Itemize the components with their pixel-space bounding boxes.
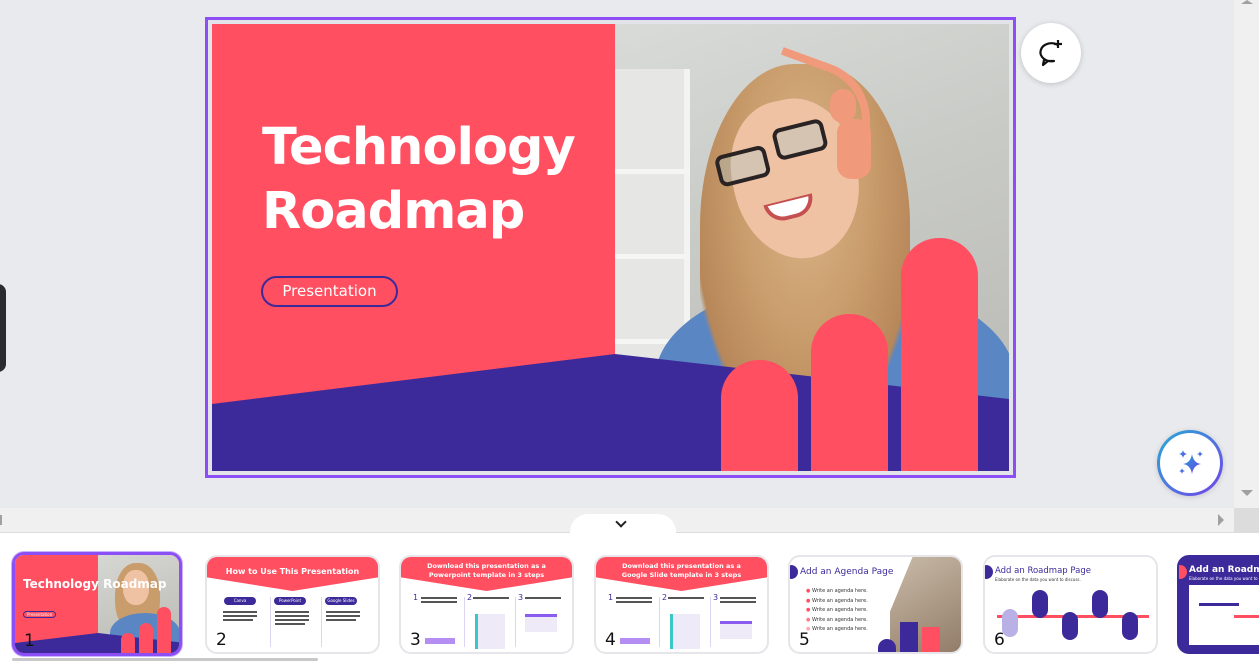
tag-canva: Canva: [224, 597, 256, 605]
bar-shape-3[interactable]: [901, 238, 978, 471]
thumb-1-title: Technology Roadmap: [23, 577, 167, 591]
thumb-3-title: Download this presentation as a Powerpoi…: [401, 557, 572, 591]
page-number: 7: [1188, 630, 1199, 650]
thumb-1-sub: Presentation: [23, 611, 57, 618]
page-number: 6: [994, 630, 1005, 650]
page-thumbnail-1[interactable]: Technology Roadmap Presentation 1: [12, 552, 182, 656]
collapse-pages-button[interactable]: [570, 514, 676, 534]
tag-google-slides: Google Slides: [325, 597, 357, 605]
scroll-up-icon[interactable]: [1241, 0, 1253, 4]
title-line-2: Roadmap: [262, 182, 525, 241]
scroll-down-icon[interactable]: [1241, 490, 1253, 496]
thumb-7-title: Add an Roadmap Page: [1189, 565, 1259, 575]
thumb-6-title: Add an Roadmap Page: [995, 566, 1091, 576]
page-number: 3: [410, 630, 421, 650]
page-thumbnails-strip: Technology Roadmap Presentation 1 How to…: [0, 533, 1259, 661]
page-thumbnail-4[interactable]: Download this presentation as a Google S…: [594, 555, 769, 654]
scroll-left-icon[interactable]: [0, 515, 2, 525]
canvas-area: Technology Roadmap Presentation: [0, 0, 1234, 508]
page-number: 1: [24, 631, 35, 651]
selected-slide-frame[interactable]: Technology Roadmap Presentation: [205, 17, 1016, 478]
page-thumbnail-2[interactable]: How to Use This Presentation Canva Power…: [205, 555, 380, 654]
slide-title[interactable]: Technology Roadmap: [262, 116, 576, 244]
bar-shape-2[interactable]: [811, 314, 888, 471]
vertical-scrollbar[interactable]: [1234, 0, 1259, 508]
add-comment-button[interactable]: [1021, 23, 1081, 83]
page-thumbnail-3[interactable]: Download this presentation as a Powerpoi…: [399, 555, 574, 654]
page-number: 5: [799, 630, 810, 650]
thumb-5-title: Add an Agenda Page: [800, 567, 894, 577]
subtitle-pill[interactable]: Presentation: [261, 276, 398, 307]
indigo-band: [212, 354, 1009, 471]
page-number: 2: [216, 630, 227, 650]
magic-assistant-button[interactable]: [1157, 430, 1223, 496]
chevron-down-icon: [615, 516, 627, 528]
bar-shape-1[interactable]: [721, 360, 798, 471]
add-comment-icon: [1039, 40, 1062, 67]
thumb-4-title: Download this presentation as a Google S…: [596, 557, 767, 591]
thumb-2-title: How to Use This Presentation: [207, 557, 378, 591]
page-thumbnail-6[interactable]: Add an Roadmap Page Elaborate on the dat…: [983, 555, 1158, 654]
sparkles-icon: [1179, 450, 1203, 474]
slide-1[interactable]: Technology Roadmap Presentation: [212, 24, 1009, 471]
page-number: 4: [605, 630, 616, 650]
page-thumbnail-7[interactable]: Add an Roadmap Page Elaborate on the dat…: [1177, 555, 1259, 654]
scrollbar-corner: [1234, 508, 1259, 533]
page-thumbnail-5[interactable]: Add an Agenda Page ● Write an agenda her…: [788, 555, 963, 654]
scroll-right-icon[interactable]: [1218, 514, 1224, 526]
side-panel-handle[interactable]: [0, 284, 6, 372]
title-line-1: Technology: [262, 118, 576, 177]
tag-powerpoint: PowerPoint: [274, 597, 306, 605]
